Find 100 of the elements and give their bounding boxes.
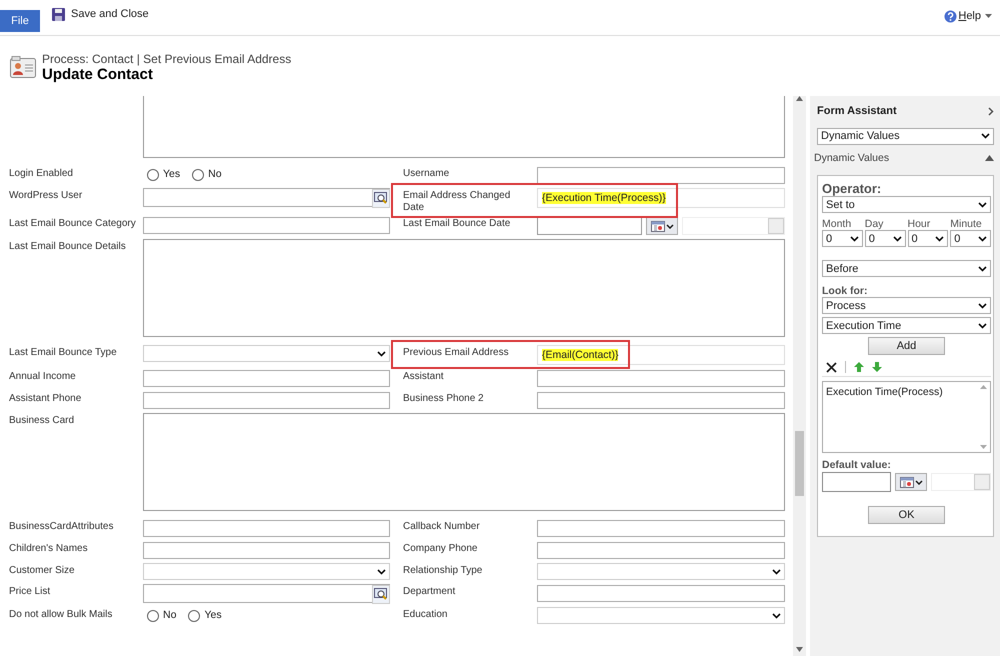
operator-label: Operator:: [822, 182, 882, 196]
field-label: Assistant: [403, 370, 445, 383]
page-title: Update Contact: [42, 66, 154, 84]
field-label: Username: [403, 167, 450, 180]
chevron-down-icon: [850, 236, 859, 242]
lookup-field[interactable]: [143, 188, 390, 207]
field-label: WordPress User: [9, 189, 84, 202]
default-value-field[interactable]: [822, 472, 891, 492]
text-field[interactable]: [537, 392, 785, 409]
offset-label: Month: [822, 218, 852, 230]
time-dropdown-button[interactable]: [768, 218, 784, 234]
dropdown-field[interactable]: Execution Time: [822, 317, 991, 334]
dropdown-field[interactable]: [537, 607, 785, 624]
calendar-icon: [650, 220, 664, 232]
chevron-down-icon: [978, 236, 987, 242]
dropdown-field[interactable]: [143, 345, 390, 362]
time-dropdown-button[interactable]: [974, 474, 990, 490]
scrollbar-thumb[interactable]: [795, 431, 804, 496]
chevron-down-icon: [666, 224, 674, 228]
scroll-down-icon[interactable]: [796, 647, 803, 652]
lookup-button[interactable]: [372, 585, 390, 604]
field-label: Business Phone 2: [403, 392, 485, 405]
lookup-field[interactable]: [143, 584, 390, 603]
dropdown-field[interactable]: 0: [822, 230, 863, 248]
scroll-up-icon[interactable]: [980, 385, 987, 390]
dropdown-field[interactable]: 0: [908, 230, 948, 248]
file-tab[interactable]: File: [0, 10, 40, 32]
calendar-button[interactable]: [646, 217, 678, 235]
field-label: Assistant Phone: [9, 392, 82, 405]
field-label: Do not allow Bulk Mails: [9, 608, 114, 621]
calendar-button[interactable]: [895, 473, 927, 492]
text-field[interactable]: [143, 217, 390, 234]
text-field[interactable]: [537, 585, 785, 602]
radio-option[interactable]: No: [147, 608, 176, 624]
radio-option[interactable]: No: [192, 167, 222, 183]
radio-option[interactable]: Yes: [147, 167, 180, 183]
text-field[interactable]: [143, 392, 390, 409]
time-field[interactable]: [682, 217, 785, 235]
date-field[interactable]: [537, 216, 642, 235]
move-down-icon[interactable]: [872, 362, 882, 372]
chevron-down-icon: [978, 266, 987, 272]
add-button[interactable]: Add: [868, 337, 945, 356]
text-field[interactable]: [537, 167, 785, 184]
dropdown-field[interactable]: 0: [864, 230, 906, 248]
field-label: Relationship Type: [403, 564, 484, 577]
text-area[interactable]: [143, 413, 785, 511]
list-item[interactable]: Execution Time(Process): [826, 385, 943, 401]
field-label: Customer Size: [9, 564, 76, 577]
help-button[interactable]: Help: [944, 8, 992, 24]
dropdown-field[interactable]: [143, 563, 390, 580]
look-for-label: Look for:: [822, 285, 868, 298]
field-label: Last Email Bounce Details: [9, 240, 127, 253]
field-label: Last Email Bounce Type: [9, 346, 118, 359]
dynamic-value-field[interactable]: {Execution Time(Process)}: [537, 188, 785, 208]
dropdown-field[interactable]: 0: [950, 230, 991, 248]
text-field[interactable]: [143, 520, 390, 537]
caret-icon: [985, 14, 992, 18]
dropdown-field[interactable]: Before: [822, 260, 991, 278]
help-icon: [944, 10, 958, 23]
text-field[interactable]: [537, 370, 785, 387]
text-field[interactable]: [537, 520, 785, 537]
panel-title: Form Assistant: [817, 104, 897, 119]
collapse-icon: [985, 154, 994, 161]
offset-label: Day: [864, 218, 884, 230]
dropdown-field[interactable]: Set to: [822, 196, 991, 214]
radio-option[interactable]: Yes: [188, 608, 222, 624]
dropdown-field[interactable]: Process: [822, 297, 991, 314]
field-label: Company Phone: [403, 542, 478, 555]
chevron-down-icon: [377, 350, 386, 356]
ok-button[interactable]: OK: [868, 506, 945, 524]
default-value-label: Default value:: [822, 459, 892, 472]
chevron-down-icon: [978, 202, 987, 208]
chevron-down-icon: [914, 480, 922, 485]
chevron-down-icon: [981, 133, 990, 139]
chevron-down-icon: [978, 302, 987, 309]
save-and-close-button[interactable]: Save and Close: [52, 6, 149, 22]
field-label: Previous Email Address: [403, 346, 510, 359]
text-area[interactable]: [143, 239, 785, 337]
lookup-icon: [374, 192, 388, 205]
dropdown-field[interactable]: [537, 563, 785, 580]
chevron-down-icon: [772, 568, 781, 574]
values-list[interactable]: Execution Time(Process): [822, 381, 991, 454]
text-field[interactable]: [143, 370, 390, 387]
dropdown-field[interactable]: Dynamic Values: [817, 128, 994, 144]
move-up-icon[interactable]: [854, 362, 864, 372]
field-label: Email Address Changed Date: [403, 189, 512, 214]
section-title: Dynamic Values: [814, 150, 890, 166]
breadcrumb: Process: Contact | Set Previous Email Address: [42, 52, 292, 66]
field-label: Last Email Bounce Date: [403, 217, 512, 230]
scroll-down-icon[interactable]: [980, 445, 987, 450]
offset-label: Hour: [908, 218, 932, 230]
text-field[interactable]: [143, 542, 390, 559]
delete-icon[interactable]: [826, 362, 837, 373]
text-field[interactable]: [537, 542, 785, 559]
lookup-button[interactable]: [372, 189, 390, 208]
field-label: Children's Names: [9, 542, 89, 555]
time-field[interactable]: [931, 473, 991, 492]
field-label: Login Enabled: [9, 167, 74, 180]
scroll-up-icon[interactable]: [796, 96, 803, 101]
chevron-right-icon: [988, 106, 994, 116]
